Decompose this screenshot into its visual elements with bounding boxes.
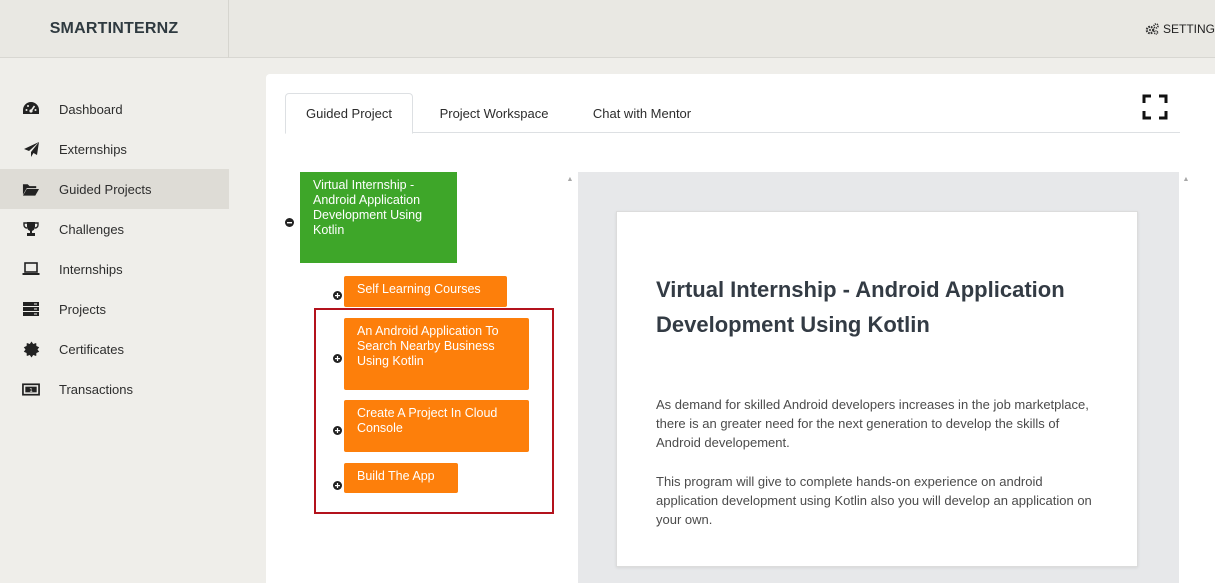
server-icon: [22, 300, 40, 318]
sidebar-item-challenges[interactable]: Challenges: [0, 209, 229, 249]
sidebar-item-label: Dashboard: [59, 101, 123, 117]
tree-node-cloud-console[interactable]: Create A Project In Cloud Console: [344, 400, 529, 452]
sidebar-item-projects[interactable]: Projects: [0, 289, 229, 329]
sidebar-item-transactions[interactable]: 1 Transactions: [0, 369, 229, 409]
sidebar-item-label: Projects: [59, 301, 106, 317]
gears-icon: [1145, 23, 1159, 35]
sidebar-item-label: Internships: [59, 261, 123, 277]
sidebar-item-label: Certificates: [59, 341, 125, 357]
fullscreen-button[interactable]: [1142, 94, 1168, 120]
sidebar-item-externships[interactable]: Externships: [0, 129, 229, 169]
tree-node-self-learning-courses[interactable]: Self Learning Courses: [344, 276, 507, 307]
content-paragraph-1: As demand for skilled Android developers…: [656, 397, 1089, 450]
sidebar-item-label: Transactions: [59, 381, 133, 397]
collapse-toggle[interactable]: [285, 218, 294, 227]
settings-label: SETTING: [1162, 22, 1215, 36]
expand-toggle[interactable]: [333, 426, 342, 435]
laptop-icon: [22, 260, 40, 278]
trophy-icon: [22, 220, 40, 238]
plus-circle-icon: [333, 291, 342, 300]
expand-toggle[interactable]: [333, 354, 342, 363]
content-card: Virtual Internship - Android Application…: [616, 211, 1138, 567]
sidebar-item-label: Externships: [59, 141, 127, 157]
minus-circle-icon: [285, 218, 294, 227]
sidebar: Dashboard Externships Guided Projects Ch…: [0, 58, 229, 583]
brand-logo[interactable]: SMARTINTERNZ: [0, 0, 229, 58]
tab-project-workspace[interactable]: Project Workspace: [421, 93, 567, 133]
tab-bar: Guided Project Project Workspace Chat wi…: [285, 93, 1180, 134]
tree-root-node[interactable]: Virtual Internship - Android Application…: [300, 172, 457, 263]
certificate-icon: [22, 340, 40, 358]
dashboard-icon: [22, 100, 40, 118]
settings-button[interactable]: SETTING: [1145, 0, 1215, 58]
plus-circle-icon: [333, 354, 342, 363]
content-paragraph-2: This program will give to complete hands…: [656, 474, 1092, 527]
sidebar-item-certificates[interactable]: Certificates: [0, 329, 229, 369]
svg-text:1: 1: [29, 387, 33, 393]
content-title: Virtual Internship - Android Application…: [656, 277, 1065, 337]
plus-circle-icon: [333, 481, 342, 490]
expand-toggle[interactable]: [333, 481, 342, 490]
tab-chat-with-mentor[interactable]: Chat with Mentor: [575, 93, 709, 133]
tree-node-android-application[interactable]: An Android Application To Search Nearby …: [344, 318, 529, 390]
sidebar-item-guided-projects[interactable]: Guided Projects: [0, 169, 229, 209]
plus-circle-icon: [333, 426, 342, 435]
tab-guided-project[interactable]: Guided Project: [285, 93, 413, 134]
sidebar-item-label: Guided Projects: [59, 181, 152, 197]
expand-toggle[interactable]: [333, 291, 342, 300]
expand-icon: [1142, 94, 1168, 124]
tree-scroll-up-arrow[interactable]: ▲: [566, 175, 574, 183]
top-bar: SMARTINTERNZ SETTING: [0, 0, 1215, 58]
tree-node-build-the-app[interactable]: Build The App: [344, 463, 458, 493]
sidebar-item-internships[interactable]: Internships: [0, 249, 229, 289]
sidebar-item-dashboard[interactable]: Dashboard: [0, 89, 229, 129]
money-icon: 1: [22, 380, 40, 398]
folder-open-icon: [22, 180, 40, 198]
content-scroll-up-arrow[interactable]: ▲: [1182, 175, 1190, 183]
paper-plane-icon: [22, 140, 40, 158]
sidebar-item-label: Challenges: [59, 221, 125, 237]
